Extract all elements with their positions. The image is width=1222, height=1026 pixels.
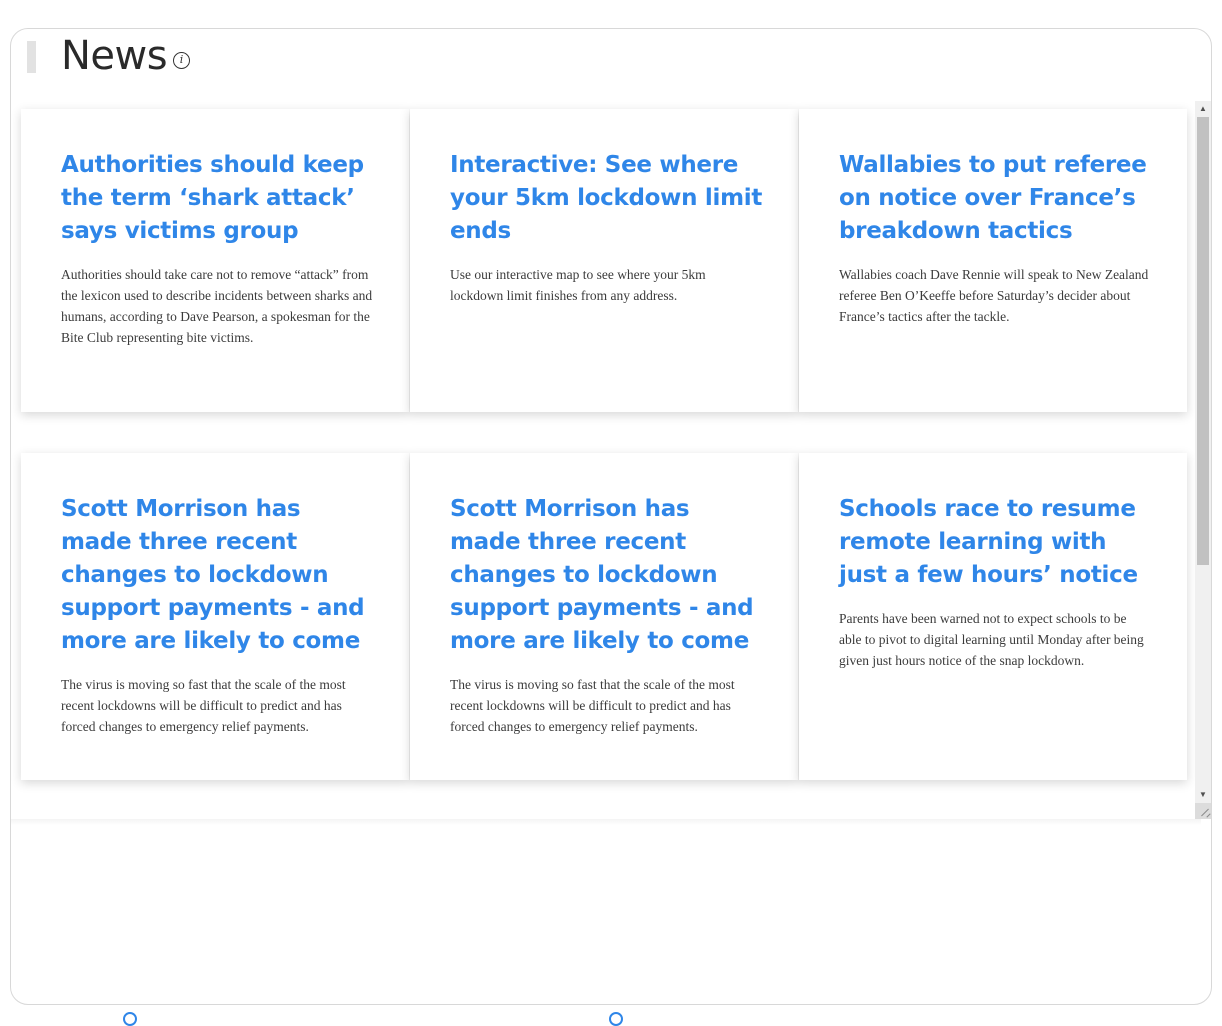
news-card[interactable]: Interactive: See where your 5km lockdown… — [410, 109, 798, 412]
scroll-edge-shadow — [11, 819, 1201, 825]
news-card[interactable]: Scott Morrison has made three recent cha… — [21, 453, 409, 780]
article-description: Parents have been warned not to expect s… — [839, 611, 1144, 668]
scrollbar-thumb[interactable] — [1197, 117, 1209, 565]
pager-dot-icon[interactable] — [609, 1012, 623, 1026]
article-title-link[interactable]: Scott Morrison has made three recent cha… — [61, 493, 373, 658]
news-scroll-area[interactable]: Authorities should keep the term ‘shark … — [11, 101, 1211, 819]
article-description: Use our interactive map to see where you… — [450, 267, 706, 303]
article-title-link[interactable]: Interactive: See where your 5km lockdown… — [450, 149, 762, 248]
article-description: The virus is moving so fast that the sca… — [450, 677, 735, 734]
article-description: Wallabies coach Dave Rennie will speak t… — [839, 267, 1149, 324]
news-row: Authorities should keep the term ‘shark … — [21, 109, 1187, 412]
resize-grip-icon[interactable] — [1195, 803, 1211, 819]
news-card[interactable]: Scott Morrison has made three recent cha… — [410, 453, 798, 780]
news-card[interactable]: Wallabies to put referee on notice over … — [799, 109, 1187, 412]
widget-title: News — [61, 33, 168, 79]
article-title-link[interactable]: Wallabies to put referee on notice over … — [839, 149, 1151, 248]
article-title-link[interactable]: Authorities should keep the term ‘shark … — [61, 149, 373, 248]
scroll-up-arrow-icon[interactable]: ▲ — [1195, 101, 1211, 117]
article-title-link[interactable]: Scott Morrison has made three recent cha… — [450, 493, 762, 658]
info-icon[interactable]: i — [173, 52, 190, 69]
article-description: The virus is moving so fast that the sca… — [61, 677, 346, 734]
news-card[interactable]: Schools race to resume remote learning w… — [799, 453, 1187, 780]
vertical-scrollbar[interactable]: ▲ ▼ — [1195, 101, 1211, 819]
article-title-link[interactable]: Schools race to resume remote learning w… — [839, 493, 1151, 592]
article-description: Authorities should take care not to remo… — [61, 267, 373, 345]
drag-handle[interactable] — [27, 41, 36, 73]
news-card[interactable]: Authorities should keep the term ‘shark … — [21, 109, 409, 412]
scroll-down-arrow-icon[interactable]: ▼ — [1195, 787, 1211, 803]
news-widget: News i Authorities should keep the term … — [10, 28, 1212, 1005]
pager-dot-icon[interactable] — [123, 1012, 137, 1026]
widget-header: News i — [11, 29, 1211, 101]
news-row: Scott Morrison has made three recent cha… — [21, 453, 1187, 780]
news-grid: Authorities should keep the term ‘shark … — [21, 109, 1187, 780]
